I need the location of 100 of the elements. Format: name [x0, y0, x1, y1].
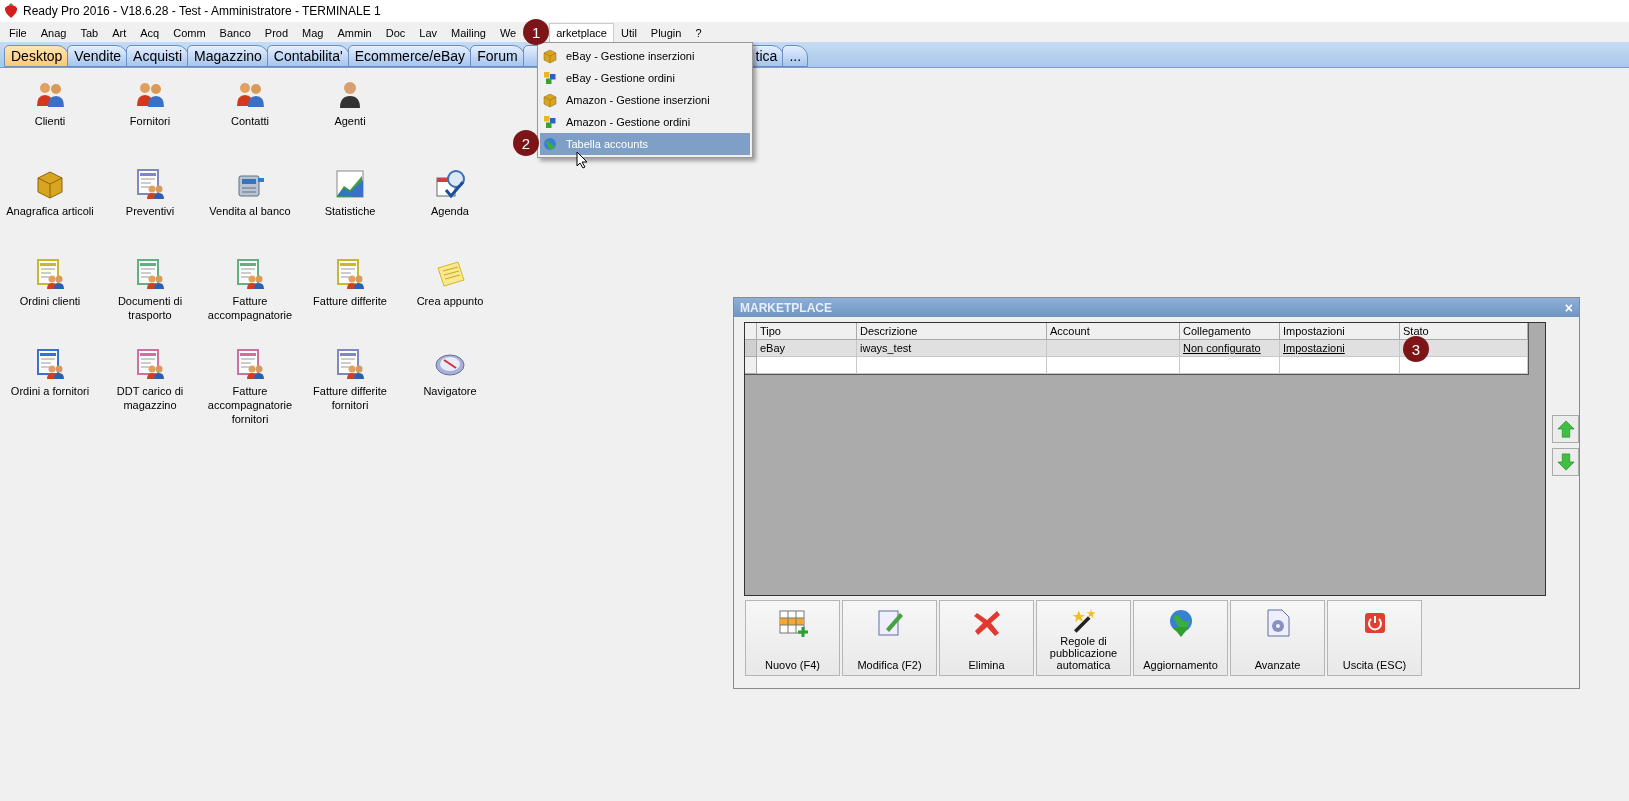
- menu-item[interactable]: Acq: [133, 22, 167, 42]
- menu-item[interactable]: Tab: [73, 22, 106, 42]
- menu-option[interactable]: Amazon - Gestione ordini: [540, 111, 750, 133]
- document-icon: [234, 348, 266, 380]
- menu-item[interactable]: Plugin: [643, 22, 689, 42]
- dialog-title: MARKETPLACE: [740, 300, 832, 315]
- table-cell[interactable]: [757, 357, 857, 374]
- move-up-button[interactable]: [1552, 415, 1579, 443]
- window-title: Ready Pro 2016 - V18.6.28 - Test - Amministratore - TERMINALE 1: [23, 4, 381, 18]
- desktop-shortcut-label[interactable]: Fatture differite: [302, 294, 398, 308]
- table-cell: eBay: [757, 340, 857, 357]
- menu-item[interactable]: Prod: [257, 22, 296, 42]
- column-header: Stato: [1400, 323, 1528, 340]
- toolbar-button[interactable]: Regole di pubblicazione automatica: [1036, 600, 1131, 676]
- menu-item[interactable]: arketplace: [549, 22, 614, 42]
- desktop-shortcut-label[interactable]: Agenti: [302, 114, 398, 128]
- mouse-pointer-icon: [576, 151, 588, 169]
- desktop-shortcut-label[interactable]: Ordini clienti: [2, 294, 98, 308]
- box-icon: [542, 92, 558, 108]
- tab[interactable]: Vendite: [67, 45, 129, 67]
- document-icon: [234, 258, 266, 290]
- menu-item[interactable]: Mag: [295, 22, 331, 42]
- menu-item[interactable]: Comm: [166, 22, 213, 42]
- desktop-shortcut-label[interactable]: Vendita al banco: [202, 204, 298, 218]
- menu-item[interactable]: Banco: [212, 22, 258, 42]
- menu-item[interactable]: Doc: [378, 22, 413, 42]
- menu-item[interactable]: Lav: [412, 22, 444, 42]
- table-link[interactable]: Impostazioni: [1280, 340, 1400, 357]
- column-header: Collegamento: [1180, 323, 1280, 340]
- desktop-shortcut-label[interactable]: Anagrafica articoli: [2, 204, 98, 218]
- desktop-shortcut-label[interactable]: Ordini a fornitori: [2, 384, 98, 398]
- chart-icon: [334, 168, 366, 200]
- toolbar-button[interactable]: Elimina: [939, 600, 1034, 676]
- desktop-shortcut-label[interactable]: DDT carico di magazzino: [102, 384, 198, 412]
- up-arrow-icon: [1555, 419, 1576, 439]
- menu-item[interactable]: Anag: [33, 22, 74, 42]
- move-down-button[interactable]: [1552, 448, 1579, 476]
- table-cell[interactable]: [1180, 357, 1280, 374]
- toolbar-button[interactable]: Avanzate: [1230, 600, 1325, 676]
- desktop-shortcut-label[interactable]: Clienti: [2, 114, 98, 128]
- desktop-shortcut-label[interactable]: Fatture accompagnatorie fornitori: [202, 384, 298, 426]
- desktop-shortcut-label[interactable]: Contatti: [202, 114, 298, 128]
- step-marker: 1: [523, 19, 550, 45]
- table-cell[interactable]: [1280, 357, 1400, 374]
- table-cell[interactable]: [1047, 357, 1180, 374]
- toolbar-button[interactable]: Uscita (ESC): [1327, 600, 1422, 676]
- table-add-icon: [776, 607, 809, 639]
- tab[interactable]: Ecommerce/eBay: [347, 45, 473, 67]
- menu-item[interactable]: ?: [688, 22, 709, 42]
- column-header: Account: [1047, 323, 1180, 340]
- menu-option[interactable]: eBay - Gestione ordini: [540, 67, 750, 89]
- column-header: Impostazioni: [1280, 323, 1400, 340]
- document-icon: [334, 258, 366, 290]
- tab[interactable]: Acquisti: [126, 45, 190, 67]
- menu-item[interactable]: We: [492, 22, 524, 42]
- document-icon: [34, 348, 66, 380]
- menu-item[interactable]: Util: [613, 22, 644, 42]
- step-marker: 2: [513, 130, 539, 156]
- globe-icon: [542, 136, 558, 152]
- menu-option[interactable]: eBay - Gestione inserzioni: [540, 45, 750, 67]
- desktop-shortcut-label[interactable]: Preventivi: [102, 204, 198, 218]
- cubes-icon: [542, 70, 558, 86]
- document-icon: [134, 348, 166, 380]
- tab[interactable]: Desktop: [4, 45, 70, 67]
- note-icon: [434, 258, 466, 290]
- table-cell[interactable]: [857, 357, 1047, 374]
- menu-item[interactable]: File: [2, 22, 34, 42]
- table-cell[interactable]: [1400, 357, 1528, 374]
- desktop-shortcut-label[interactable]: Statistiche: [302, 204, 398, 218]
- menu-item[interactable]: Mailing: [444, 22, 493, 42]
- document-icon: [134, 168, 166, 200]
- menu-option[interactable]: Amazon - Gestione inserzioni: [540, 89, 750, 111]
- toolbar-button[interactable]: Modifica (F2): [842, 600, 937, 676]
- toolbar-button[interactable]: Aggiornamento: [1133, 600, 1228, 676]
- desktop-shortcut-label[interactable]: Crea appunto: [402, 294, 498, 308]
- tab[interactable]: Magazzino: [187, 45, 269, 67]
- table-cell: iways_test: [857, 340, 1047, 357]
- column-header: Tipo: [757, 323, 857, 340]
- document-icon: [34, 258, 66, 290]
- strawberry-icon: [4, 3, 18, 19]
- document-icon: [134, 258, 166, 290]
- desktop-shortcut-label[interactable]: Fatture accompagnatorie: [202, 294, 298, 322]
- table-link[interactable]: Non configurato: [1180, 340, 1280, 357]
- desktop-shortcut-label[interactable]: Fornitori: [102, 114, 198, 128]
- box-icon: [542, 48, 558, 64]
- document-icon: [334, 348, 366, 380]
- tab[interactable]: Forum: [470, 45, 525, 67]
- calendar-clock-icon: [434, 168, 466, 200]
- desktop-shortcut-label[interactable]: Navigatore: [402, 384, 498, 398]
- column-header: Descrizione: [857, 323, 1047, 340]
- down-arrow-icon: [1555, 452, 1576, 472]
- tab[interactable]: ...: [782, 45, 809, 67]
- menu-item[interactable]: Art: [105, 22, 134, 42]
- desktop-shortcut-label[interactable]: Documenti di trasporto: [102, 294, 198, 322]
- desktop-shortcut-label[interactable]: Fatture differite fornitori: [302, 384, 398, 412]
- toolbar-button[interactable]: Nuovo (F4): [745, 600, 840, 676]
- cubes-icon: [542, 114, 558, 130]
- menu-item[interactable]: Ammin: [330, 22, 379, 42]
- desktop-shortcut-label[interactable]: Agenda: [402, 204, 498, 218]
- tab[interactable]: Contabilita': [266, 45, 350, 67]
